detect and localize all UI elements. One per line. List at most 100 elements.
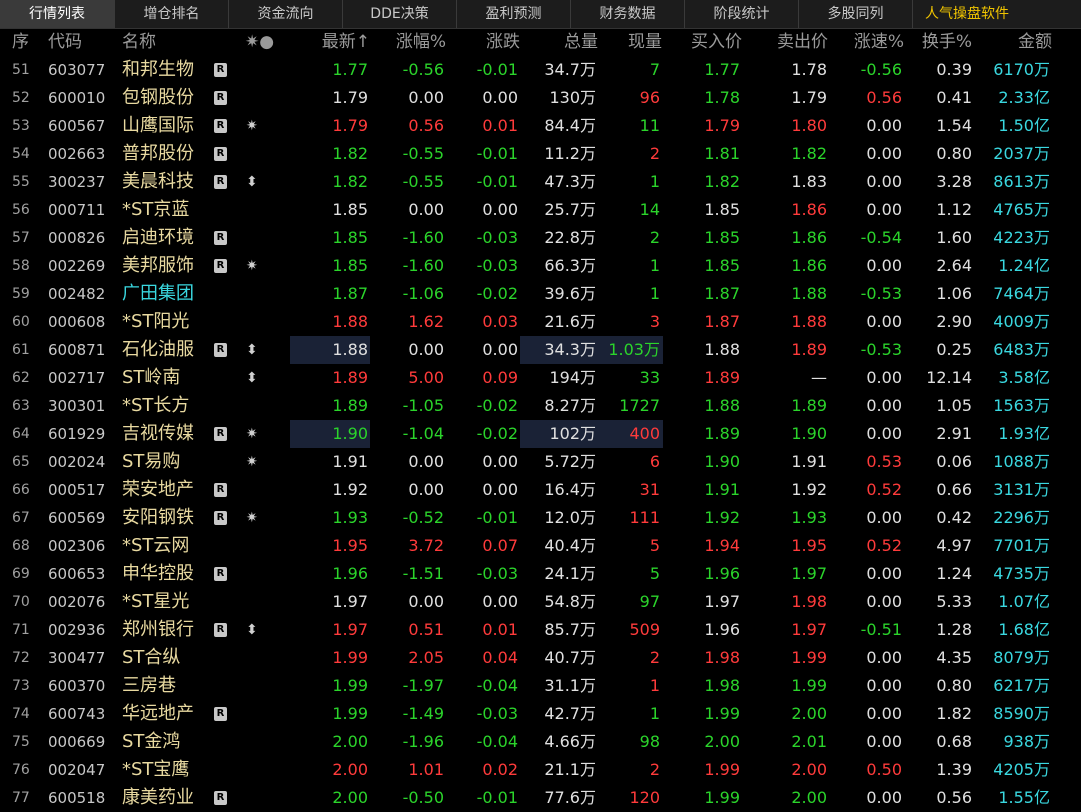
column-header-10[interactable]: 卖出价 [742,29,828,55]
table-row[interactable]: 71 002936 郑州银行 R ⬍ 1.97 0.51 0.01 85.7万 509 1.96 1.… [0,616,1081,644]
row-number: 76 [12,762,30,778]
cell-pct: 3.72 [408,536,444,555]
cell-spd: 0.00 [866,144,902,163]
cell-vol: 102万 [549,424,596,443]
stock-code: 600569 [48,509,106,527]
tab-1[interactable]: 增仓排名 [115,0,229,28]
cell-vol: 40.4万 [544,536,596,555]
cell-chg: 0.00 [482,592,518,611]
r-badge-icon: R [214,147,227,161]
cell-spd: 0.00 [866,648,902,667]
r-badge-icon: R [214,343,227,357]
column-header-11[interactable]: 涨速% [828,29,904,55]
cell-ask: 2.01 [791,732,827,751]
stock-code: 002306 [48,537,106,555]
cell-spd: 0.00 [866,424,902,443]
table-row[interactable]: 52 600010 包钢股份 R 1.79 0.00 0.00 130万 96 1.78 1.79 0… [0,84,1081,112]
table-row[interactable]: 67 600569 安阳钢铁 R ✷ 1.93 -0.52 -0.01 12.0万 111 1.92… [0,504,1081,532]
table-row[interactable]: 72 300477 ST合纵 1.99 2.05 0.04 40.7万 2 1.98 1.99 0.… [0,644,1081,672]
column-header-3[interactable]: ✷● [245,29,285,55]
table-row[interactable]: 54 002663 普邦股份 R 1.82 -0.55 -0.01 11.2万 2 1.81 1.8… [0,140,1081,168]
table-row[interactable]: 63 300301 *ST长方 1.89 -1.05 -0.02 8.27万 1727 1.88… [0,392,1081,420]
row-number: 74 [12,706,30,722]
table-row[interactable]: 53 600567 山鹰国际 R ✷ 1.79 0.56 0.01 84.4万 11 1.79 1.8… [0,112,1081,140]
cell-spd: 0.00 [866,732,902,751]
column-header-1[interactable]: 代码 [48,29,108,55]
tab-7[interactable]: 多股同列 [799,0,913,28]
updown-arrow-icon: ⬍ [246,622,258,638]
cell-last: 1.97 [332,620,368,639]
table-row[interactable]: 65 002024 ST易购 ✷ 1.91 0.00 0.00 5.72万 6 1.90 1.91 0… [0,448,1081,476]
table-row[interactable]: 70 002076 *ST星光 1.97 0.00 0.00 54.8万 97 1.97 1.98… [0,588,1081,616]
cell-amt: 1.50亿 [998,116,1050,135]
table-row[interactable]: 62 002717 ST岭南 ⬍ 1.89 5.00 0.09 194万 33 1.89 — 0.00… [0,364,1081,392]
stock-name: 包钢股份 [122,87,194,108]
table-row[interactable]: 69 600653 申华控股 R 1.96 -1.51 -0.03 24.1万 5 1.96 1.9… [0,560,1081,588]
stock-code: 300301 [48,397,106,415]
table-row[interactable]: 58 002269 美邦服饰 R ✷ 1.85 -1.60 -0.03 66.3万 1 1.85 1.… [0,252,1081,280]
column-header-12[interactable]: 换手% [904,29,972,55]
cell-chg: -0.01 [476,144,518,163]
table-row[interactable]: 75 000669 ST金鸿 2.00 -1.96 -0.04 4.66万 98 2.00 2.0… [0,728,1081,756]
cell-chg: -0.02 [476,284,518,303]
table-row[interactable]: 76 002047 *ST宝鹰 2.00 1.01 0.02 21.1万 2 1.99 2.00 0… [0,756,1081,784]
table-row[interactable]: 51 603077 和邦生物 R 1.77 -0.56 -0.01 34.7万 7 1.77 1.7… [0,56,1081,84]
tab-5[interactable]: 财务数据 [571,0,685,28]
cell-spd: -0.54 [860,228,902,247]
cell-turn: 1.05 [936,396,972,415]
stock-code: 600518 [48,789,106,807]
table-row[interactable]: 59 002482 广田集团 1.87 -1.06 -0.02 39.6万 1 1.87 1.88… [0,280,1081,308]
column-header-5[interactable]: 涨幅% [370,29,446,55]
tab-0[interactable]: 行情列表 [0,0,115,28]
column-header-7[interactable]: 总量 [520,29,598,55]
table-row[interactable]: 74 600743 华远地产 R 1.99 -1.49 -0.03 42.7万 1 1.99 2.0… [0,700,1081,728]
column-header-2[interactable]: 名称 [122,29,202,55]
star-burst-icon: ✷ [246,118,258,134]
cell-chg: -0.04 [476,732,518,751]
tab-3[interactable]: DDE决策 [343,0,457,28]
table-row[interactable]: 60 000608 *ST阳光 1.88 1.62 0.03 21.6万 3 1.87 1.88 0… [0,308,1081,336]
table-row[interactable]: 61 600871 石化油服 R ⬍ 1.88 0.00 0.00 34.3万 1.03万 1.88… [0,336,1081,364]
cell-chg: 0.00 [482,452,518,471]
tab-8[interactable]: 人气操盘软件 [913,0,1081,28]
cell-chg: 0.07 [482,536,518,555]
row-number: 54 [12,146,30,162]
column-header-4[interactable]: 最新↑ [290,29,370,55]
cell-vol: 21.1万 [544,760,596,779]
table-row[interactable]: 77 600518 康美药业 R 2.00 -0.50 -0.01 77.6万 120 1.99 2… [0,784,1081,812]
tab-6[interactable]: 阶段统计 [685,0,799,28]
table-row[interactable]: 57 000826 启迪环境 R 1.85 -1.60 -0.03 22.8万 2 1.85 1.8… [0,224,1081,252]
stock-name: *ST京蓝 [122,199,190,220]
stock-name: 启迪环境 [122,227,194,248]
column-header-8[interactable]: 现量 [598,29,662,55]
cell-vol: 21.6万 [544,312,596,331]
tab-4[interactable]: 盈利预测 [457,0,571,28]
cell-ask: — [811,368,827,387]
cell-cur: 2 [649,228,660,247]
table-row[interactable]: 56 000711 *ST京蓝 1.85 0.00 0.00 25.7万 14 1.85 1.86… [0,196,1081,224]
cell-last: 1.99 [332,704,368,723]
cell-last: 1.99 [332,676,368,695]
column-header-13[interactable]: 金额 [972,29,1052,55]
stock-code: 600871 [48,341,106,359]
stock-name: ST金鸿 [122,731,181,752]
table-row[interactable]: 55 300237 美晨科技 R ⬍ 1.82 -0.55 -0.01 47.3万 1 1.82 1.… [0,168,1081,196]
cell-pct: -1.05 [402,396,444,415]
tab-2[interactable]: 资金流向 [229,0,343,28]
table-row[interactable]: 64 601929 吉视传媒 R ✷ 1.90 -1.04 -0.02 102万 400 1.89 1… [0,420,1081,448]
cell-vol: 11.2万 [544,144,596,163]
cell-bid: 1.85 [704,228,740,247]
cell-bid: 1.85 [704,200,740,219]
cell-chg: 0.03 [482,312,518,331]
cell-pct: -0.56 [402,60,444,79]
stock-code: 600743 [48,705,106,723]
stock-code: 000826 [48,229,106,247]
cell-last: 1.88 [332,340,368,359]
table-row[interactable]: 66 000517 荣安地产 R 1.92 0.00 0.00 16.4万 31 1.91 1.92… [0,476,1081,504]
cell-bid: 1.79 [704,116,740,135]
column-header-9[interactable]: 买入价 [662,29,742,55]
column-header-0[interactable]: 序 [12,29,42,55]
column-header-6[interactable]: 涨跌 [446,29,520,55]
table-row[interactable]: 73 600370 三房巷 1.99 -1.97 -0.04 31.1万 1 1.98 1.99 0… [0,672,1081,700]
table-row[interactable]: 68 002306 *ST云网 1.95 3.72 0.07 40.4万 5 1.94 1.95 0… [0,532,1081,560]
